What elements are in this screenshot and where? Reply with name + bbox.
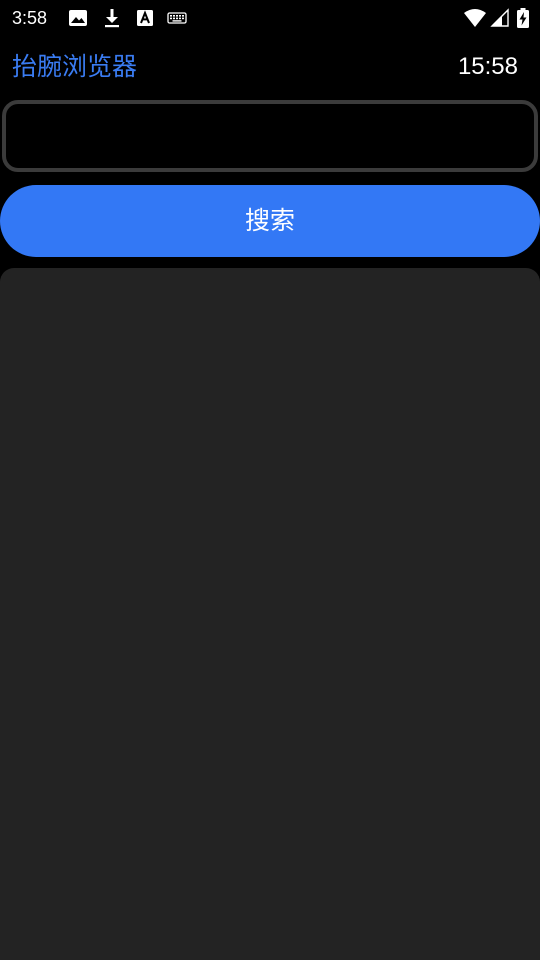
font-a-icon (135, 8, 155, 28)
battery-charging-icon (516, 8, 530, 28)
status-bar: 3:58 (0, 0, 540, 36)
wifi-icon (463, 8, 487, 28)
search-input[interactable] (2, 100, 538, 172)
cell-signal-icon (490, 8, 510, 28)
status-time: 3:58 (12, 8, 48, 28)
web-content-panel[interactable] (0, 268, 540, 960)
keyboard-icon (167, 8, 187, 28)
app-header: 抬腕浏览器 15:58 (0, 44, 540, 90)
clock: 15:58 (457, 53, 518, 80)
app-title: 抬腕浏览器 (12, 52, 138, 81)
image-icon (68, 8, 88, 28)
download-icon (102, 8, 122, 28)
search-button[interactable]: 搜索 (0, 185, 540, 257)
